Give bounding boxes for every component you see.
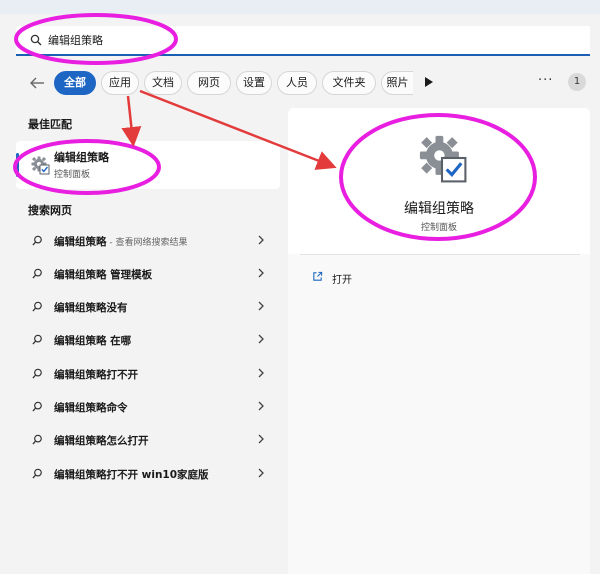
open-action[interactable]: 打开 <box>298 266 582 290</box>
annotation-arrow-down <box>121 95 142 147</box>
web-result-text: 编辑组策略打不开 <box>54 369 138 381</box>
tab-photos[interactable]: 照片 <box>381 71 413 95</box>
selection-indicator <box>16 153 19 177</box>
chevron-right-icon <box>258 368 264 378</box>
search-box[interactable] <box>16 26 590 56</box>
more-options-button[interactable]: ··· <box>538 73 553 88</box>
search-input[interactable] <box>48 26 568 54</box>
search-icon <box>32 235 42 246</box>
gear-checkbox-icon <box>419 135 467 183</box>
web-result-item[interactable]: 编辑组策略怎么打开 <box>16 425 280 453</box>
chevron-right-icon <box>258 301 264 311</box>
tab-web[interactable]: 网页 <box>187 71 231 95</box>
search-icon <box>30 34 42 46</box>
web-result-text: 编辑组策略命令 <box>54 402 128 414</box>
chevron-right-icon <box>258 434 264 444</box>
chevron-right-icon <box>258 268 264 278</box>
web-result-text: 编辑组策略打不开 win10家庭版 <box>54 469 209 481</box>
back-arrow-icon[interactable] <box>28 74 46 92</box>
web-result-item[interactable]: 编辑组策略打不开 win10家庭版 <box>16 459 280 487</box>
divider <box>300 254 580 255</box>
search-icon <box>32 368 42 379</box>
web-result-text: 编辑组策略 管理模板 <box>54 269 153 281</box>
chevron-right-icon <box>258 235 264 245</box>
web-result-item[interactable]: 编辑组策略 管理模板 <box>16 259 280 287</box>
web-result-text: 编辑组策略没有 <box>54 302 128 314</box>
notification-badge[interactable]: 1 <box>568 73 586 91</box>
best-match-heading: 最佳匹配 <box>28 118 72 131</box>
tab-folders[interactable]: 文件夹 <box>322 71 376 95</box>
web-search-heading: 搜索网页 <box>28 204 72 217</box>
scroll-right-icon[interactable] <box>424 76 434 88</box>
detail-subtitle: 控制面板 <box>420 223 457 233</box>
web-result-item[interactable]: 编辑组策略 - 查看网络搜索结果 <box>16 226 280 254</box>
search-icon <box>32 334 42 345</box>
search-icon <box>32 401 42 412</box>
open-external-icon <box>313 271 323 281</box>
search-icon <box>32 268 42 279</box>
open-action-label: 打开 <box>332 275 352 286</box>
best-match-name: 编辑组策略 <box>54 151 109 164</box>
tab-settings[interactable]: 设置 <box>236 71 272 95</box>
chevron-right-icon <box>258 468 264 478</box>
web-result-item[interactable]: 编辑组策略打不开 <box>16 359 280 387</box>
detail-title: 编辑组策略 <box>404 201 474 217</box>
chevron-right-icon <box>258 401 264 411</box>
best-match-result[interactable]: 编辑组策略 控制面板 <box>16 141 280 189</box>
filter-bar: 全部 应用 文档 网页 设置 人员 文件夹 照片 ··· 1 <box>0 70 600 96</box>
best-match-subtitle: 控制面板 <box>54 170 91 180</box>
detail-header: 编辑组策略 控制面板 <box>288 108 590 254</box>
tab-documents[interactable]: 文档 <box>144 71 182 95</box>
web-result-text: 编辑组策略 - 查看网络搜索结果 <box>54 236 188 248</box>
chevron-right-icon <box>258 334 264 344</box>
gear-checkbox-icon <box>31 156 50 175</box>
web-result-text: 编辑组策略怎么打开 <box>54 435 149 447</box>
web-result-text: 编辑组策略 在哪 <box>54 335 132 347</box>
search-icon <box>32 434 42 445</box>
tab-all[interactable]: 全部 <box>54 71 96 95</box>
web-result-item[interactable]: 编辑组策略命令 <box>16 392 280 420</box>
detail-pane: 编辑组策略 控制面板 打开 <box>288 108 590 574</box>
search-icon <box>32 301 42 312</box>
search-icon <box>32 468 42 479</box>
top-strip <box>0 0 600 14</box>
tab-people[interactable]: 人员 <box>277 71 317 95</box>
web-result-item[interactable]: 编辑组策略没有 <box>16 292 280 320</box>
tab-apps[interactable]: 应用 <box>101 71 139 95</box>
web-result-suffix: - 查看网络搜索结果 <box>106 238 188 248</box>
web-result-item[interactable]: 编辑组策略 在哪 <box>16 325 280 353</box>
